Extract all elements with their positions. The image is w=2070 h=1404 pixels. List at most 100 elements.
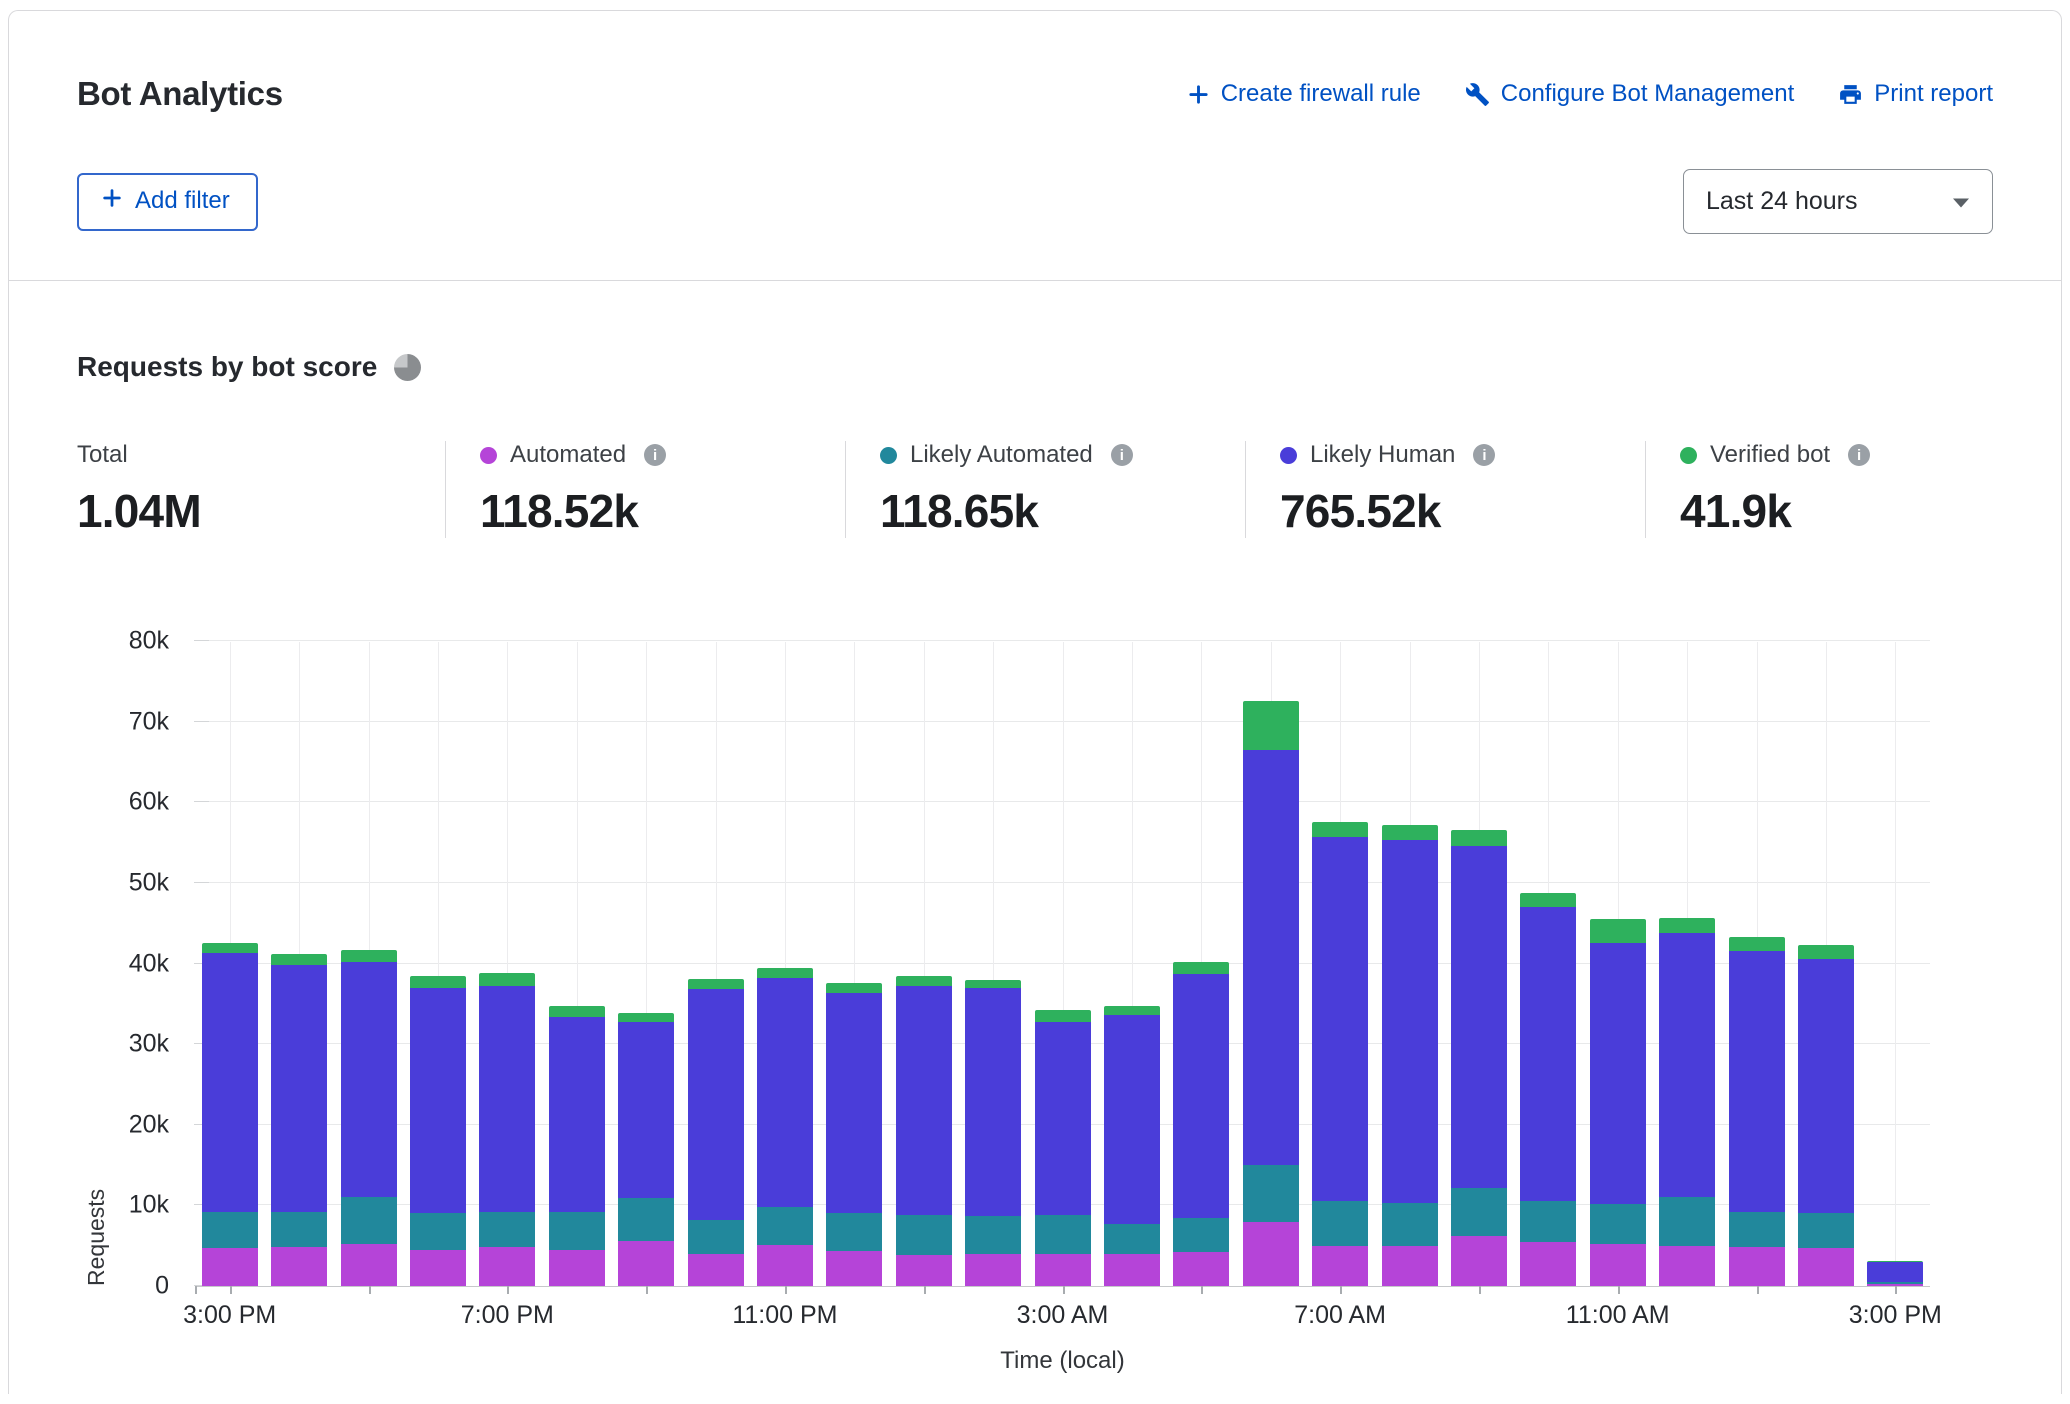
bar-11-00-pm-8[interactable] [757, 968, 813, 1286]
bar-8-00-pm-5[interactable] [549, 1006, 605, 1286]
bar-segment-automated[interactable] [1104, 1254, 1160, 1286]
bar-segment-likely-automated[interactable] [1590, 1204, 1646, 1244]
bar-segment-verified-bot[interactable] [1590, 919, 1646, 943]
bar-segment-verified-bot[interactable] [1173, 962, 1229, 974]
bar-12-00-am-9[interactable] [826, 983, 882, 1286]
info-icon[interactable]: i [1111, 444, 1133, 466]
bar-segment-likely-automated[interactable] [1798, 1213, 1854, 1248]
bar-segment-verified-bot[interactable] [1798, 945, 1854, 960]
bar-7-00-pm-4[interactable] [479, 973, 535, 1286]
bar-segment-likely-automated[interactable] [479, 1212, 535, 1247]
bar-segment-likely-automated[interactable] [1104, 1224, 1160, 1254]
bar-6-00-am-15[interactable] [1243, 701, 1299, 1286]
bar-3-00-am-12[interactable] [1035, 1010, 1091, 1286]
bar-segment-likely-automated[interactable] [410, 1213, 466, 1249]
bar-segment-automated[interactable] [271, 1247, 327, 1286]
bar-segment-likely-automated[interactable] [1729, 1212, 1785, 1247]
time-range-select[interactable]: Last 24 hours [1683, 169, 1993, 234]
bar-segment-likely-human[interactable] [1173, 974, 1229, 1218]
bar-segment-likely-human[interactable] [479, 986, 535, 1212]
bar-10-00-am-19[interactable] [1520, 893, 1576, 1286]
bar-segment-verified-bot[interactable] [1729, 937, 1785, 951]
bar-segment-likely-automated[interactable] [341, 1197, 397, 1244]
bar-3-00-pm-24[interactable] [1867, 1261, 1923, 1286]
bar-segment-likely-human[interactable] [826, 993, 882, 1213]
bar-segment-verified-bot[interactable] [1451, 830, 1507, 845]
bar-segment-verified-bot[interactable] [271, 954, 327, 965]
bar-12-00-pm-21[interactable] [1659, 918, 1715, 1286]
create-firewall-rule-link[interactable]: Create firewall rule [1187, 80, 1421, 108]
bar-9-00-am-18[interactable] [1451, 830, 1507, 1286]
bar-segment-verified-bot[interactable] [479, 973, 535, 986]
bar-segment-likely-human[interactable] [202, 953, 258, 1212]
bar-segment-likely-automated[interactable] [965, 1216, 1021, 1254]
print-report-link[interactable]: Print report [1838, 80, 1993, 108]
bar-segment-verified-bot[interactable] [1659, 918, 1715, 933]
bar-2-00-pm-23[interactable] [1798, 945, 1854, 1286]
bar-5-00-pm-2[interactable] [341, 950, 397, 1286]
bar-segment-likely-automated[interactable] [1451, 1188, 1507, 1236]
bar-segment-verified-bot[interactable] [202, 943, 258, 953]
bar-segment-likely-human[interactable] [271, 965, 327, 1212]
bar-segment-likely-automated[interactable] [618, 1198, 674, 1241]
bar-segment-likely-human[interactable] [1312, 837, 1368, 1201]
bar-segment-likely-automated[interactable] [1243, 1165, 1299, 1221]
configure-bot-management-link[interactable]: Configure Bot Management [1465, 80, 1795, 108]
bar-segment-likely-human[interactable] [1867, 1262, 1923, 1282]
info-icon[interactable]: i [1848, 444, 1870, 466]
bar-segment-likely-automated[interactable] [688, 1220, 744, 1254]
bar-segment-likely-automated[interactable] [1312, 1201, 1368, 1245]
bar-segment-verified-bot[interactable] [688, 979, 744, 989]
bar-segment-likely-human[interactable] [1729, 951, 1785, 1212]
bar-1-00-pm-22[interactable] [1729, 937, 1785, 1286]
bar-segment-likely-automated[interactable] [1035, 1215, 1091, 1254]
bar-segment-likely-automated[interactable] [271, 1212, 327, 1247]
bar-segment-verified-bot[interactable] [1243, 701, 1299, 749]
bar-segment-automated[interactable] [1798, 1248, 1854, 1286]
bar-segment-likely-human[interactable] [1659, 933, 1715, 1197]
bar-segment-automated[interactable] [1729, 1247, 1785, 1286]
bar-segment-automated[interactable] [1520, 1242, 1576, 1286]
bar-4-00-pm-1[interactable] [271, 954, 327, 1286]
bar-segment-likely-automated[interactable] [1659, 1197, 1715, 1245]
bar-10-00-pm-7[interactable] [688, 979, 744, 1286]
bar-segment-verified-bot[interactable] [1104, 1006, 1160, 1015]
bar-segment-verified-bot[interactable] [826, 983, 882, 993]
bar-4-00-am-13[interactable] [1104, 1006, 1160, 1286]
bar-segment-verified-bot[interactable] [965, 980, 1021, 988]
bar-8-00-am-17[interactable] [1382, 825, 1438, 1286]
bar-segment-verified-bot[interactable] [1312, 822, 1368, 837]
bar-segment-likely-automated[interactable] [826, 1213, 882, 1250]
bar-segment-verified-bot[interactable] [410, 976, 466, 988]
bar-segment-automated[interactable] [826, 1251, 882, 1286]
bar-segment-automated[interactable] [1867, 1284, 1923, 1286]
bar-segment-verified-bot[interactable] [896, 976, 952, 986]
bar-5-00-am-14[interactable] [1173, 962, 1229, 1286]
bar-segment-likely-human[interactable] [688, 989, 744, 1220]
bar-segment-verified-bot[interactable] [757, 968, 813, 978]
bar-segment-automated[interactable] [757, 1245, 813, 1286]
bar-segment-likely-human[interactable] [1243, 750, 1299, 1165]
bar-segment-likely-automated[interactable] [1520, 1201, 1576, 1241]
bar-segment-likely-human[interactable] [618, 1022, 674, 1199]
bar-segment-likely-human[interactable] [1590, 943, 1646, 1203]
bar-segment-likely-human[interactable] [1104, 1015, 1160, 1224]
bar-1-00-am-10[interactable] [896, 976, 952, 1286]
bar-segment-likely-human[interactable] [1520, 907, 1576, 1201]
bar-9-00-pm-6[interactable] [618, 1013, 674, 1286]
bar-segment-automated[interactable] [1035, 1254, 1091, 1286]
bar-segment-automated[interactable] [202, 1248, 258, 1286]
bar-segment-automated[interactable] [549, 1250, 605, 1286]
bar-segment-automated[interactable] [688, 1254, 744, 1286]
bar-11-00-am-20[interactable] [1590, 919, 1646, 1286]
bar-segment-likely-human[interactable] [341, 962, 397, 1197]
bar-segment-verified-bot[interactable] [618, 1013, 674, 1022]
bar-segment-automated[interactable] [1451, 1236, 1507, 1286]
bar-segment-likely-automated[interactable] [1173, 1218, 1229, 1252]
bar-segment-verified-bot[interactable] [1035, 1010, 1091, 1021]
bar-segment-automated[interactable] [410, 1250, 466, 1286]
bar-segment-likely-human[interactable] [410, 988, 466, 1213]
bar-segment-likely-human[interactable] [1798, 959, 1854, 1213]
bar-segment-likely-automated[interactable] [757, 1207, 813, 1245]
bar-segment-likely-automated[interactable] [549, 1212, 605, 1250]
